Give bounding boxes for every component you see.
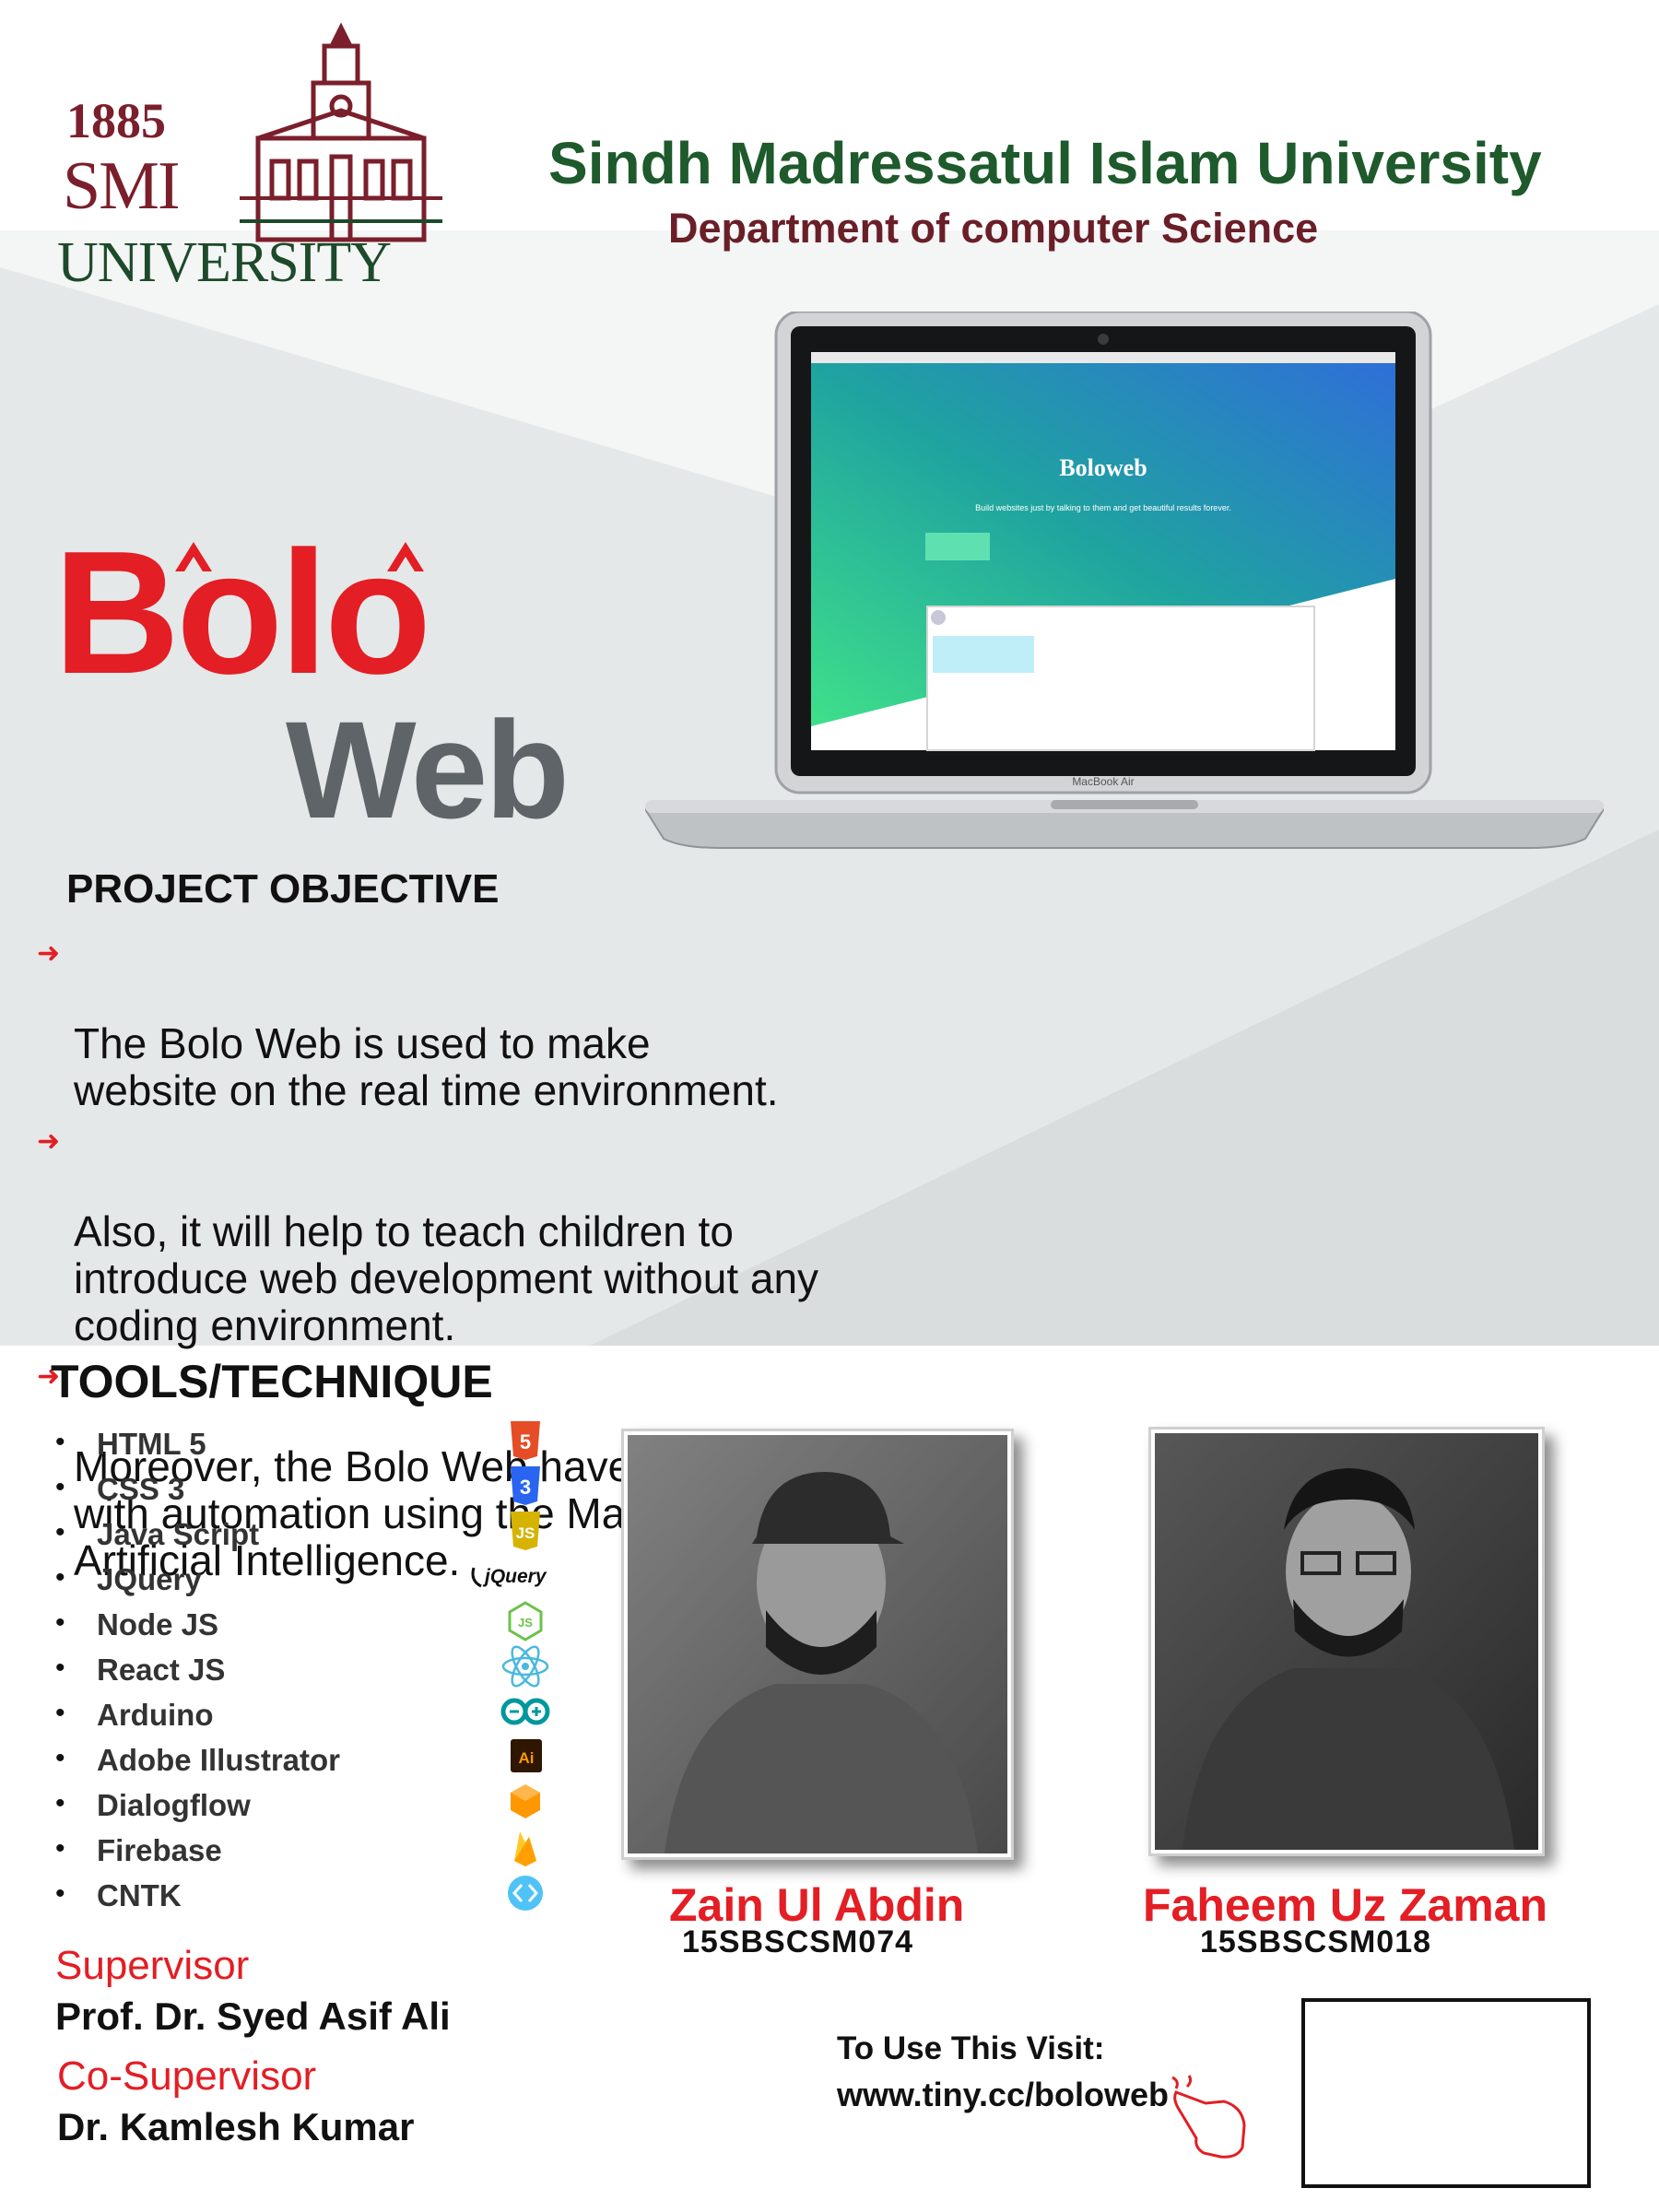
tool-name: Firebase: [97, 1833, 222, 1867]
tool-name: CSS 3: [97, 1472, 185, 1506]
svg-text:JS: JS: [518, 1616, 533, 1630]
logo-year: 1885: [66, 93, 166, 148]
bullet-icon: •: [55, 1833, 65, 1864]
objective-item: ➜ Also, it will help to teach children t…: [37, 1114, 1143, 1349]
jquery-icon: jQuery: [471, 1566, 547, 1588]
html5-icon: 5: [511, 1421, 540, 1460]
tool-item: • Java Script JS: [55, 1512, 540, 1562]
svg-text:3: 3: [520, 1476, 531, 1499]
firebase-icon: [514, 1831, 536, 1866]
illustrator-icon-label: Ai: [519, 1749, 535, 1767]
member-photo-frame: [1148, 1427, 1545, 1856]
qr-code-placeholder: [1301, 1998, 1591, 2188]
nodejs-icon: JS: [508, 1601, 543, 1641]
brand-accent-marks: [175, 542, 424, 571]
illustrator-icon: Ai: [511, 1739, 542, 1772]
tool-item: • Dialogflow: [55, 1784, 540, 1833]
bullet-icon: •: [55, 1698, 65, 1728]
bullet-icon: •: [55, 1743, 65, 1773]
university-logo: 1885 SMI UNIVERSITY: [55, 18, 442, 294]
tool-name: Arduino: [97, 1698, 214, 1732]
objective-item-text: Also, it will help to teach children to …: [74, 1207, 819, 1349]
tool-name: Dialogflow: [97, 1788, 251, 1822]
tool-item: • Adobe Illustrator Ai: [55, 1739, 542, 1788]
svg-text:5: 5: [520, 1430, 531, 1453]
tool-name: CNTK: [97, 1878, 182, 1912]
logo-smi: SMI: [63, 148, 181, 224]
department-title: Department of computer Science: [668, 205, 1319, 252]
member-photo-faheem: [1155, 1433, 1538, 1850]
brand-web: Web: [286, 692, 570, 847]
tools-list: • HTML 5 5 • CSS 3 3 • Java Script JS • …: [55, 1421, 550, 1924]
arduino-icon: [500, 1698, 550, 1725]
member-id: 15SBSCSM074: [682, 1924, 914, 1959]
bullet-icon: •: [55, 1562, 65, 1593]
tool-item: • CNTK: [55, 1876, 543, 1924]
co-supervisor-label: Co-Supervisor: [57, 2053, 317, 2099]
dialogflow-icon: [511, 1784, 540, 1818]
react-icon: [501, 1645, 549, 1688]
laptop-app-title: Boloweb: [1059, 454, 1147, 481]
laptop-mockup: Boloweb Build websites just by talking t…: [645, 312, 1604, 849]
laptop-device-label: MacBook Air: [1072, 775, 1134, 788]
tool-item: • Node JS JS: [55, 1601, 543, 1653]
tool-name: React JS: [97, 1653, 226, 1687]
cntk-icon: [508, 1876, 543, 1911]
tool-item: • Arduino: [55, 1698, 550, 1743]
objective-title: PROJECT OBJECTIVE: [66, 866, 500, 912]
logo-university: UNIVERSITY: [57, 231, 392, 294]
bullet-icon: •: [55, 1472, 65, 1502]
co-supervisor-name: Dr. Kamlesh Kumar: [57, 2105, 415, 2148]
supervisor-label: Supervisor: [55, 1943, 250, 1988]
bullet-icon: •: [55, 1607, 65, 1638]
tool-item: • Firebase: [55, 1831, 536, 1878]
objective-item: ➜ The Bolo Web is used to make website o…: [37, 926, 1143, 1114]
svg-text:JS: JS: [516, 1524, 535, 1542]
css3-icon: 3: [511, 1466, 540, 1505]
supervisor-name: Prof. Dr. Syed Asif Ali: [55, 1994, 451, 2038]
member-photo-zain: [628, 1435, 1007, 1853]
tool-name: Node JS: [97, 1607, 219, 1641]
bullet-icon: •: [55, 1517, 65, 1547]
bullet-icon: •: [55, 1788, 65, 1818]
tool-name: JQuery: [97, 1562, 202, 1596]
objective-item-text: The Bolo Web is used to make website on …: [74, 1019, 779, 1114]
arrow-right-icon: ➜: [37, 938, 61, 969]
jquery-icon-label: jQuery: [482, 1566, 547, 1587]
tool-name: HTML 5: [97, 1427, 206, 1461]
tool-name: Java Script: [97, 1517, 260, 1551]
member-id: 15SBSCSM018: [1200, 1924, 1432, 1959]
member-photo-frame: [621, 1429, 1014, 1860]
bullet-icon: •: [55, 1427, 65, 1457]
tools-title: TOOLS/TECHNIQUE: [51, 1356, 493, 1407]
visit-label: To Use This Visit:: [837, 2030, 1105, 2066]
tool-item: • JQuery jQuery: [55, 1562, 547, 1607]
laptop-tagline: Build websites just by talking to them a…: [975, 503, 1231, 512]
tool-item: • CSS 3 3: [55, 1466, 540, 1517]
bullet-icon: •: [55, 1878, 65, 1909]
tool-name: Adobe Illustrator: [97, 1743, 341, 1777]
javascript-icon: JS: [511, 1512, 540, 1550]
university-title: Sindh Madressatul Islam University: [548, 130, 1542, 196]
visit-url-link[interactable]: www.tiny.cc/boloweb: [837, 2076, 1169, 2114]
arrow-right-icon: ➜: [37, 1126, 61, 1157]
pointing-hand-icon: [1171, 2075, 1246, 2159]
bullet-icon: •: [55, 1653, 65, 1683]
tool-item: • HTML 5 5: [55, 1421, 540, 1472]
tool-item: • React JS: [55, 1645, 549, 1698]
